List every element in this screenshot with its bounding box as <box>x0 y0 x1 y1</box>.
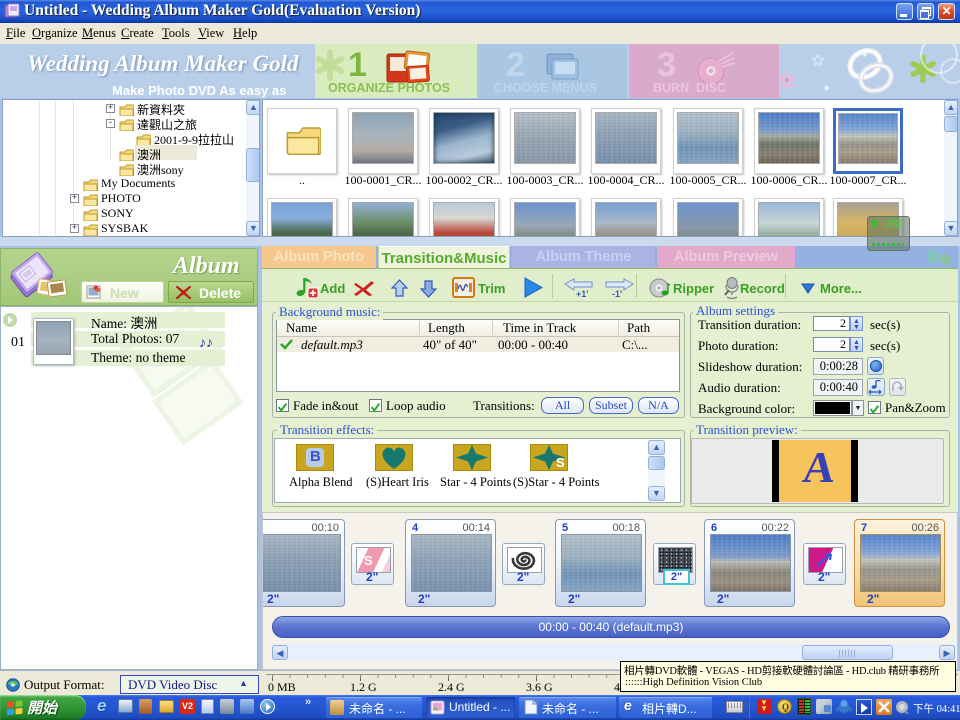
svg-text:-1': -1' <box>612 289 622 298</box>
svg-text:+1': +1' <box>576 289 588 298</box>
